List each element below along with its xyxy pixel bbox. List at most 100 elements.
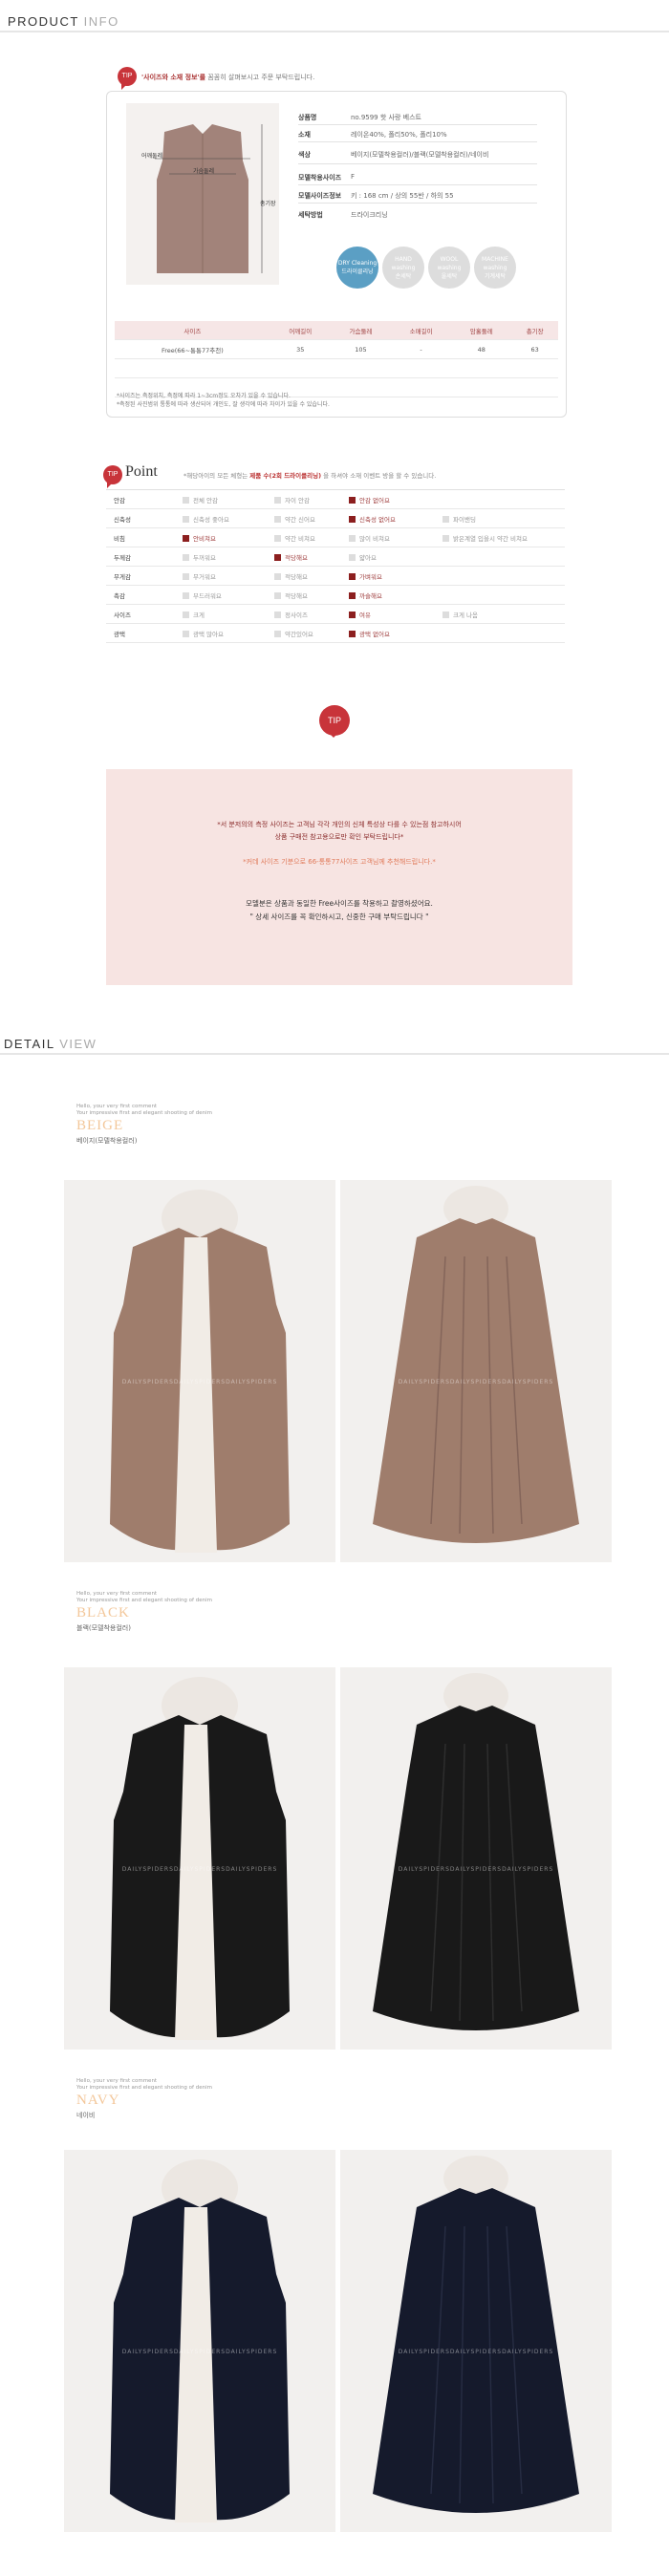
spec-divider <box>298 184 537 185</box>
checkbox-icon <box>442 612 449 618</box>
size-header-cell: 소매길이 <box>391 321 452 340</box>
checkbox-icon <box>274 592 281 599</box>
tip-line-3: *커데 사이즈 기분으로 66-통통77사이즈 고객님께 추천해드립니다.* <box>243 858 436 866</box>
machine-washing-icon: MACHINE washing 기계세탁 <box>474 247 516 289</box>
point-option: 적당해요 <box>274 571 308 581</box>
point-option-label: 까슬해요 <box>359 592 382 600</box>
size-cell: - <box>391 339 452 359</box>
product-photo-back: DAILYSPIDERSDAILYSPIDERSDAILYSPIDERS <box>340 1180 612 1562</box>
point-option-label: 안감 없어요 <box>359 497 390 504</box>
color-name: 네이비 <box>76 2112 96 2119</box>
spec-divider <box>298 141 537 142</box>
size-header-cell: 암홀둘레 <box>451 321 512 340</box>
spec-divider <box>298 163 537 164</box>
color-big-label: BLACK <box>76 1605 130 1621</box>
vest-back-illustration <box>373 1673 579 2030</box>
divider <box>0 31 669 32</box>
tip-line-2: 상품 구매전 참고용으로만 확인 부탁드립니다* <box>274 833 404 841</box>
point-row-label: 안감 <box>114 497 125 504</box>
tip-line-5: " 상세 사이즈를 꼭 확인하시고, 신중한 구매 부탁드립니다 " <box>249 912 429 921</box>
checkbox-icon <box>183 592 189 599</box>
checkbox-icon <box>442 535 449 542</box>
product-photo-back: DAILYSPIDERSDAILYSPIDERSDAILYSPIDERS <box>340 1667 612 2050</box>
tip-box: *서 분저의의 측정 사이즈는 고객님 각각 개인의 신체 특성상 다를 수 있… <box>106 769 572 985</box>
point-option-selected: 적당해요 <box>274 552 308 562</box>
tip-line: '사이즈와 소재 정보'를 꼼꼼히 살펴보시고 주문 부탁드립니다. <box>141 73 314 82</box>
color-caption: Your impressive first and elegant shooti… <box>76 2085 212 2091</box>
care-label-en: MACHINE washing <box>482 255 508 271</box>
point-row-stretch: 신축성 신축성 좋아요 약간 신어요 신축성 없어요 파이밴딩 <box>106 509 565 528</box>
checkbox-checked-icon <box>349 612 356 618</box>
vest-front-illustration <box>110 2159 290 2522</box>
point-row-label: 사이즈 <box>114 612 131 619</box>
size-table-row: Free(66~통통77추천) 35 105 - 48 63 <box>115 339 558 359</box>
color-caption: Hello, your very first comment <box>76 1591 158 1597</box>
checkbox-icon <box>274 573 281 580</box>
checkbox-icon <box>183 631 189 637</box>
color-caption: Your impressive first and elegant shooti… <box>76 1110 212 1116</box>
tip-box-badge-tail <box>328 732 339 743</box>
point-option-label: 약간있어요 <box>285 631 313 638</box>
vest-flat-icon <box>155 124 263 273</box>
size-header-cell: 가슴둘레 <box>330 321 392 340</box>
watermark: DAILYSPIDERSDAILYSPIDERSDAILYSPIDERS <box>398 1866 554 1873</box>
vest-back-illustration <box>373 2156 579 2513</box>
point-row-weight: 무게감 무거워요 적당해요 가벼워요 <box>106 567 565 586</box>
point-row-touch: 촉감 부드러워요 적당해요 까슬해요 <box>106 586 565 605</box>
spec-key: 상품명 <box>298 114 317 121</box>
point-option-label: 여유 <box>359 612 371 619</box>
tip-badge: TIP <box>118 67 137 90</box>
checkbox-icon <box>183 612 189 618</box>
point-option-label: 안비쳐요 <box>193 535 216 543</box>
product-photo-front: DAILYSPIDERSDAILYSPIDERSDAILYSPIDERS <box>64 2150 335 2532</box>
spec-key: 색상 <box>298 151 311 159</box>
point-row-label: 두께감 <box>114 554 131 562</box>
point-row-label: 촉감 <box>114 592 125 600</box>
spec-key: 소재 <box>298 131 311 139</box>
tip-title: '사이즈와 소재 정보'를 <box>141 74 206 81</box>
point-option-selected: 까슬해요 <box>349 590 382 600</box>
tip-box-notice: *서 분저의의 측정 사이즈는 고객님 각각 개인의 신체 특성상 다를 수 있… <box>106 819 572 844</box>
color-big-label: NAVY <box>76 2093 120 2108</box>
point-option-selected: 안감 없어요 <box>349 495 390 504</box>
watermark: DAILYSPIDERSDAILYSPIDERSDAILYSPIDERS <box>398 2349 554 2355</box>
spec-value: 베이지(모델착용컬러)/블랙(모델착용컬러)/네이비 <box>351 151 489 159</box>
point-option: 크게 <box>183 610 205 619</box>
point-row-thickness: 두께감 두꺼워요 적당해요 얇아요 <box>106 547 565 567</box>
point-table: 안감 전체 안감 자이 안감 안감 없어요 신축성 신축성 좋아요 약간 신어요… <box>106 489 565 643</box>
watermark: DAILYSPIDERSDAILYSPIDERSDAILYSPIDERS <box>121 1379 278 1385</box>
point-option-label: 전체 안감 <box>193 497 218 504</box>
point-row-label: 비침 <box>114 535 125 543</box>
size-cell: 48 <box>451 339 512 359</box>
diagram-label-length: 총기장 <box>260 201 276 207</box>
color-big-label: BEIGE <box>76 1118 124 1133</box>
checkbox-icon <box>274 631 281 637</box>
point-option-label: 적당해요 <box>285 573 308 581</box>
diagram-label-shoulder: 어깨둘레 <box>141 153 163 160</box>
page: { "product_info": { "title_a": "PRODUCT"… <box>0 0 669 2576</box>
size-table-row-empty <box>115 358 558 378</box>
point-row-label: 신축성 <box>114 516 131 524</box>
spec-value: 드라이크리닝 <box>351 211 388 219</box>
checkbox-checked-icon <box>349 631 356 637</box>
color-name: 베이지(모델착용컬러) <box>76 1137 138 1145</box>
checkbox-icon <box>274 516 281 523</box>
checkbox-icon <box>349 535 356 542</box>
size-cell: 105 <box>330 339 392 359</box>
point-row-sheer: 비침 안비쳐요 약간 비쳐요 많이 비쳐요 밝은계열 입을시 약간 비쳐요 <box>106 528 565 547</box>
point-option: 자이 안감 <box>274 495 310 504</box>
checkbox-icon <box>349 554 356 561</box>
checkbox-icon <box>183 573 189 580</box>
spec-value: no.9599 핫 사랑 베스트 <box>351 114 421 121</box>
point-option: 신축성 좋아요 <box>183 514 229 524</box>
spec-list: 상품명 no.9599 핫 사랑 베스트 소재 레이온40%, 폴리50%, 폴리1… <box>298 109 547 262</box>
care-label-en: DRY Cleaning <box>337 260 378 267</box>
care-label-ko: 드라이클리닝 <box>341 268 374 275</box>
size-note: *측정된 사진범위 통통에 따라 생산되어 개인도, 잘 생각에 따라 차이가 … <box>117 401 330 408</box>
watermark: DAILYSPIDERSDAILYSPIDERSDAILYSPIDERS <box>121 2349 278 2355</box>
tip-text: 꼼꼼히 살펴보시고 주문 부탁드립니다. <box>207 74 315 81</box>
point-desc-b: 을 하셔야 소재 이벤트 방을 할 수 있습니다. <box>323 472 437 480</box>
spec-value: 레이온40%, 폴리50%, 폴리10% <box>351 131 447 139</box>
watermark: DAILYSPIDERSDAILYSPIDERSDAILYSPIDERS <box>398 1379 554 1385</box>
care-icons: DRY Cleaning 드라이클리닝 HAND washing 손세탁 WOOL … <box>336 247 516 289</box>
